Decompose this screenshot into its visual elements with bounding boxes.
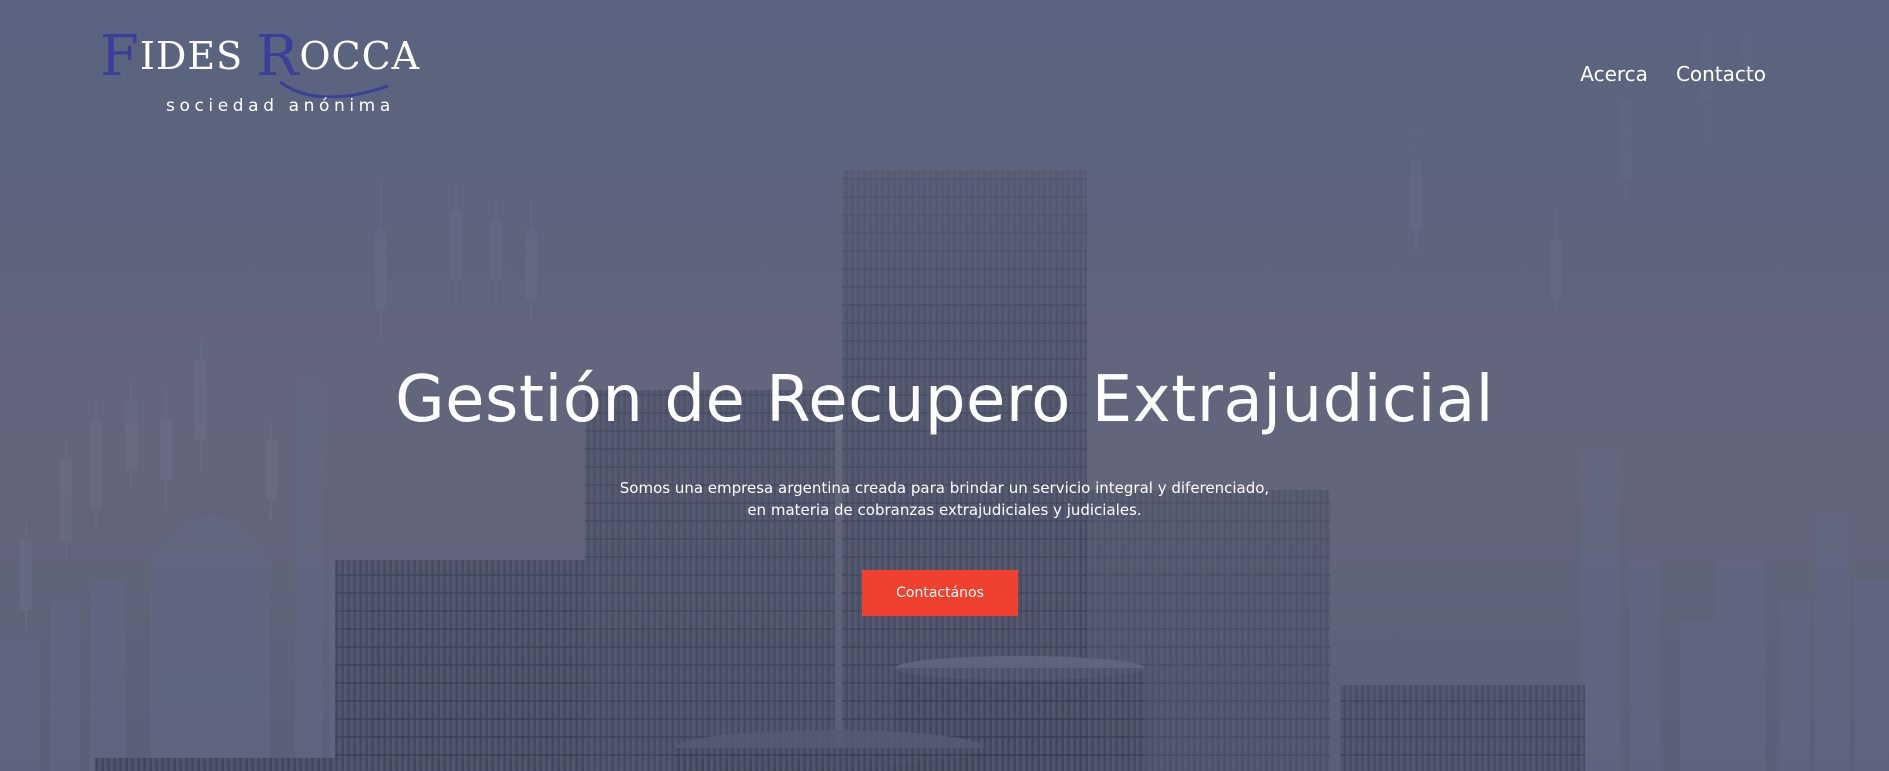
hero-section: FIDES ROCCA sociedad anónima Acerca Cont… [0, 0, 1889, 771]
hero-description: Somos una empresa argentina creada para … [0, 477, 1889, 521]
logo-subtitle: sociedad anónima [166, 96, 395, 116]
nav-link-acerca[interactable]: Acerca [1580, 62, 1648, 86]
hero-description-line-1: Somos una empresa argentina creada para … [619, 479, 1270, 497]
contact-cta-button[interactable]: Contactános [862, 570, 1018, 616]
logo-text-ides: IDES [139, 34, 257, 78]
hero-title: Gestión de Recupero Extrajudicial [395, 363, 1494, 437]
logo[interactable]: FIDES ROCCA sociedad anónima [100, 28, 460, 123]
logo-swoosh-icon [279, 80, 389, 98]
main-nav: Acerca Contacto [1580, 62, 1766, 86]
nav-link-contacto[interactable]: Contacto [1676, 62, 1766, 86]
hero-description-line-2: en materia de cobranzas extrajudiciales … [747, 501, 1142, 519]
logo-cap-f: F [100, 24, 140, 89]
